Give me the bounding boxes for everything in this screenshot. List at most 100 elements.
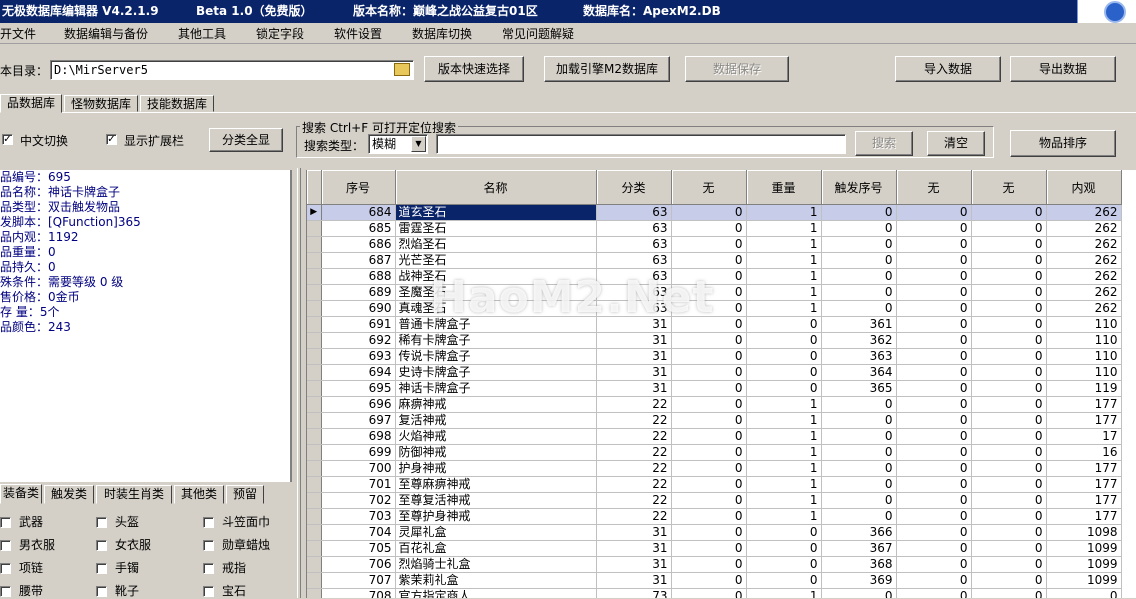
table-cell[interactable]: 0	[821, 412, 897, 429]
row-indicator[interactable]	[307, 300, 322, 317]
category-necklace[interactable]: 项链	[0, 559, 43, 576]
table-cell[interactable]: 0	[896, 572, 972, 589]
table-cell[interactable]: 火焰神戒	[395, 428, 597, 445]
category-helmet[interactable]: 头盔	[96, 513, 139, 530]
table-cell[interactable]: 雷霆圣石	[395, 220, 597, 237]
table-cell[interactable]: 0	[971, 396, 1047, 413]
table-cell[interactable]: 0	[671, 364, 747, 381]
category-hat-mask[interactable]: 斗笠面巾	[203, 513, 270, 530]
table-row[interactable]: 695 神话卡牌盒子 31 0 0 365 0 0 119	[307, 380, 1122, 397]
table-cell[interactable]: 0	[821, 492, 897, 509]
table-cell[interactable]: 0	[896, 364, 972, 381]
table-cell[interactable]: 0	[896, 252, 972, 269]
table-cell[interactable]: 真魂圣石	[395, 300, 597, 317]
search-type-select[interactable]: 模糊 ▼	[368, 134, 428, 154]
table-cell[interactable]: 0	[971, 556, 1047, 573]
table-cell[interactable]: 1	[746, 508, 822, 525]
table-cell[interactable]: 262	[1046, 268, 1122, 285]
table-cell[interactable]: 365	[821, 380, 897, 397]
table-cell[interactable]: 22	[596, 444, 672, 461]
item-data-grid[interactable]: 序号 名称 分类 无 重量 触发序号 无 无 内观 ▶ 684 道玄圣石 63 0 1 0 0…	[306, 170, 1136, 598]
table-cell[interactable]: 694	[321, 364, 396, 381]
table-cell[interactable]: 0	[896, 396, 972, 413]
table-cell[interactable]: 1	[746, 284, 822, 301]
row-indicator[interactable]	[307, 332, 322, 349]
table-cell[interactable]: 圣魔圣石	[395, 284, 597, 301]
category-belt[interactable]: 腰带	[0, 582, 43, 599]
table-cell[interactable]: 0	[971, 524, 1047, 541]
table-cell[interactable]: 690	[321, 300, 396, 317]
table-cell[interactable]: 684	[321, 204, 396, 221]
table-cell[interactable]: 0	[896, 332, 972, 349]
table-row[interactable]: 693 传说卡牌盒子 31 0 0 363 0 0 110	[307, 348, 1122, 365]
category-show-all-button[interactable]: 分类全显	[209, 128, 283, 152]
table-cell[interactable]: 22	[596, 396, 672, 413]
table-row[interactable]: 704 灵犀礼盒 31 0 0 366 0 0 1098	[307, 524, 1122, 541]
table-cell[interactable]: 0	[671, 332, 747, 349]
table-cell[interactable]: 0	[971, 492, 1047, 509]
table-cell[interactable]: 烈焰圣石	[395, 236, 597, 253]
table-cell[interactable]: 紫茉莉礼盒	[395, 572, 597, 589]
table-cell[interactable]: 0	[821, 268, 897, 285]
category-female-clothes[interactable]: 女衣服	[96, 536, 151, 553]
table-cell[interactable]: 1099	[1046, 572, 1122, 589]
table-row[interactable]: 702 至尊复活神戒 22 0 1 0 0 0 177	[307, 492, 1122, 509]
table-cell[interactable]: 369	[821, 572, 897, 589]
table-cell[interactable]: 0	[671, 348, 747, 365]
table-cell[interactable]: 702	[321, 492, 396, 509]
table-row[interactable]: 694 史诗卡牌盒子 31 0 0 364 0 0 110	[307, 364, 1122, 381]
table-cell[interactable]: 367	[821, 540, 897, 557]
table-cell[interactable]: 687	[321, 252, 396, 269]
chevron-down-icon[interactable]: ▼	[411, 136, 426, 152]
table-cell[interactable]: 31	[596, 332, 672, 349]
table-cell[interactable]: 110	[1046, 364, 1122, 381]
table-cell[interactable]: 262	[1046, 300, 1122, 317]
table-cell[interactable]: 31	[596, 364, 672, 381]
table-cell[interactable]: 706	[321, 556, 396, 573]
table-cell[interactable]: 1	[746, 268, 822, 285]
table-cell[interactable]: 704	[321, 524, 396, 541]
table-cell[interactable]: 烈焰骑士礼盒	[395, 556, 597, 573]
table-row[interactable]: 700 护身神戒 22 0 1 0 0 0 177	[307, 460, 1122, 477]
category-bracelet[interactable]: 手镯	[96, 559, 139, 576]
table-cell[interactable]: 16	[1046, 444, 1122, 461]
table-cell[interactable]: 1	[746, 236, 822, 253]
table-cell[interactable]: 110	[1046, 316, 1122, 333]
table-cell[interactable]: 0	[896, 588, 972, 598]
table-cell[interactable]: 0	[746, 556, 822, 573]
column-header[interactable]: 无	[896, 170, 972, 205]
table-cell[interactable]: 177	[1046, 460, 1122, 477]
table-cell[interactable]: 701	[321, 476, 396, 493]
menu-open-file[interactable]: 开文件	[0, 25, 36, 42]
table-cell[interactable]: 光芒圣石	[395, 252, 597, 269]
table-cell[interactable]: 22	[596, 492, 672, 509]
table-cell[interactable]: 1	[746, 396, 822, 413]
table-cell[interactable]: 0	[971, 380, 1047, 397]
row-indicator[interactable]	[307, 380, 322, 397]
table-cell[interactable]: 防御神戒	[395, 444, 597, 461]
row-indicator[interactable]	[307, 220, 322, 237]
table-cell[interactable]: 0	[671, 316, 747, 333]
column-header[interactable]: 无	[971, 170, 1047, 205]
table-row[interactable]: 686 烈焰圣石 63 0 1 0 0 0 262	[307, 236, 1122, 253]
category-gem[interactable]: 宝石	[203, 582, 246, 599]
row-indicator[interactable]	[307, 348, 322, 365]
table-cell[interactable]: 22	[596, 428, 672, 445]
table-cell[interactable]: 63	[596, 300, 672, 317]
table-cell[interactable]: 0	[671, 588, 747, 598]
table-cell[interactable]: 0	[821, 588, 897, 598]
table-cell[interactable]: 63	[596, 236, 672, 253]
tab-equipment[interactable]: 装备类	[0, 484, 42, 504]
table-cell[interactable]: 0	[971, 572, 1047, 589]
table-row[interactable]: 706 烈焰骑士礼盒 31 0 0 368 0 0 1099	[307, 556, 1122, 573]
tab-trigger[interactable]: 触发类	[44, 485, 94, 504]
table-cell[interactable]: 0	[671, 572, 747, 589]
table-cell[interactable]: 护身神戒	[395, 460, 597, 477]
table-cell[interactable]: 1	[746, 588, 822, 598]
table-row[interactable]: 705 百花礼盒 31 0 0 367 0 0 1099	[307, 540, 1122, 557]
table-cell[interactable]: 0	[896, 268, 972, 285]
table-cell[interactable]: 0	[746, 524, 822, 541]
table-cell[interactable]: 史诗卡牌盒子	[395, 364, 597, 381]
table-cell[interactable]: 686	[321, 236, 396, 253]
table-cell[interactable]: 0	[746, 540, 822, 557]
